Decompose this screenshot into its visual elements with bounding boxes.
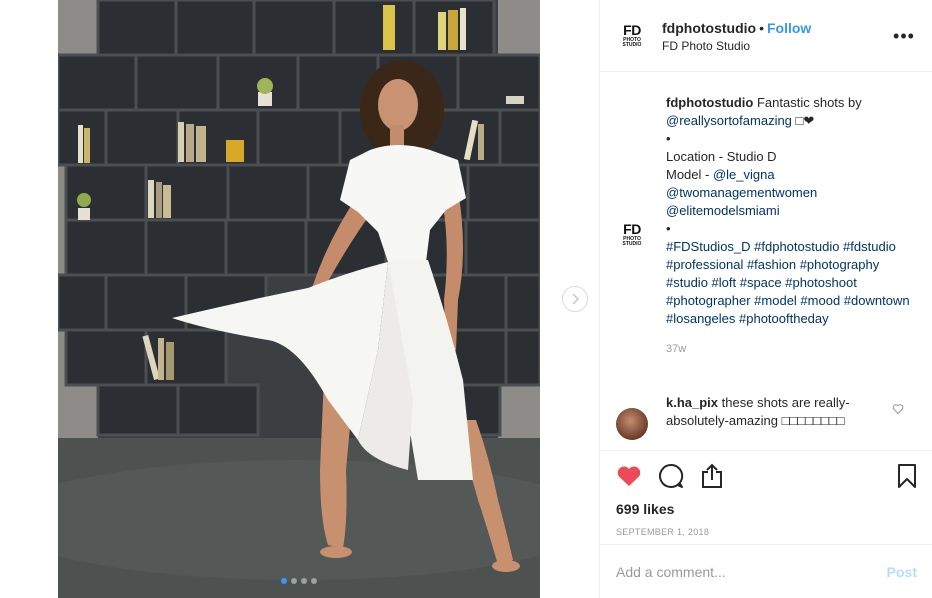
mention-link[interactable]: @twomanagementwomen	[666, 184, 910, 202]
mention-link[interactable]: @reallysortofamazing	[666, 113, 792, 128]
comment-like-icon[interactable]	[892, 402, 904, 440]
more-options-icon[interactable]: •••	[892, 27, 916, 45]
likes-count[interactable]: 699 likes	[616, 501, 917, 517]
header-display-name: FD Photo Studio	[662, 38, 751, 53]
post-header: FD PHOTO STUDIO fdphotostudio • Follow FD …	[600, 0, 932, 72]
add-comment-bar: Post	[600, 544, 932, 598]
post-comment-button[interactable]: Post	[887, 564, 917, 580]
logo-text: FD	[623, 22, 641, 38]
comment-row: k.ha_pix these shots are really-absolute…	[616, 394, 916, 440]
post-photo[interactable]	[58, 0, 540, 598]
caption-area: FD PHOTO STUDIO fdphotostudio Fantastic …	[600, 72, 932, 448]
caption-text: fdphotostudio Fantastic shots by @really…	[666, 94, 910, 358]
caption-bullet: •	[666, 131, 671, 146]
comment-button[interactable]	[658, 463, 684, 489]
save-button[interactable]	[897, 463, 917, 489]
caption-bullet: •	[666, 221, 671, 236]
logo-text: FD	[623, 220, 641, 237]
caption-model-prefix: Model -	[666, 167, 713, 182]
comment-text: k.ha_pix these shots are really-absolute…	[666, 394, 878, 440]
share-button[interactable]	[700, 463, 724, 489]
header-separator: •	[759, 19, 764, 36]
caption-location: Location - Studio D	[666, 149, 777, 164]
follow-button[interactable]: Follow	[767, 20, 811, 36]
profile-avatar[interactable]: FD PHOTO STUDIO	[616, 20, 648, 52]
instagram-post-view: FD PHOTO STUDIO fdphotostudio • Follow FD …	[0, 0, 932, 598]
photo-image	[58, 0, 540, 598]
post-side-panel: FD PHOTO STUDIO fdphotostudio • Follow FD …	[599, 0, 932, 598]
carousel-dot[interactable]	[311, 578, 317, 584]
chevron-right-icon	[572, 293, 580, 305]
add-comment-input[interactable]	[616, 563, 887, 580]
header-text: fdphotostudio • Follow FD Photo Studio	[662, 19, 892, 53]
header-username[interactable]: fdphotostudio	[662, 20, 756, 36]
post-date: SEPTEMBER 1, 2018	[616, 527, 710, 537]
heart-outline-icon	[892, 404, 904, 415]
carousel-dot-active[interactable]	[281, 578, 287, 584]
mention-link[interactable]: @elitemodelsmiami	[666, 202, 910, 220]
caption-username[interactable]: fdphotostudio	[666, 95, 753, 110]
logo-subtext: PHOTO STUDIO	[622, 235, 642, 247]
caption-line1: Fantastic shots by	[756, 95, 862, 110]
comment-username[interactable]: k.ha_pix	[666, 395, 718, 410]
speech-bubble-icon	[659, 463, 684, 488]
caption-hashtags[interactable]: #FDStudios_D #fdphotostudio #fdstudio #p…	[666, 238, 910, 328]
mention-model-link[interactable]: @le_vigna	[713, 167, 775, 182]
action-bar: 699 likes SEPTEMBER 1, 2018	[600, 450, 932, 537]
logo-subtext: PHOTO STUDIO	[622, 37, 642, 48]
share-icon	[702, 463, 722, 488]
like-button[interactable]	[616, 464, 642, 488]
caption-avatar[interactable]: FD PHOTO STUDIO	[616, 218, 648, 250]
carousel-dot[interactable]	[291, 578, 297, 584]
commenter-avatar[interactable]	[616, 408, 648, 440]
caption-age: 37w	[666, 343, 687, 355]
carousel-dots	[58, 578, 540, 584]
carousel-dot[interactable]	[301, 578, 307, 584]
heart-filled-icon	[617, 466, 641, 486]
caption-emoji: □❤	[791, 113, 815, 128]
carousel-next-button[interactable]	[562, 286, 588, 312]
bookmark-icon	[898, 464, 916, 488]
